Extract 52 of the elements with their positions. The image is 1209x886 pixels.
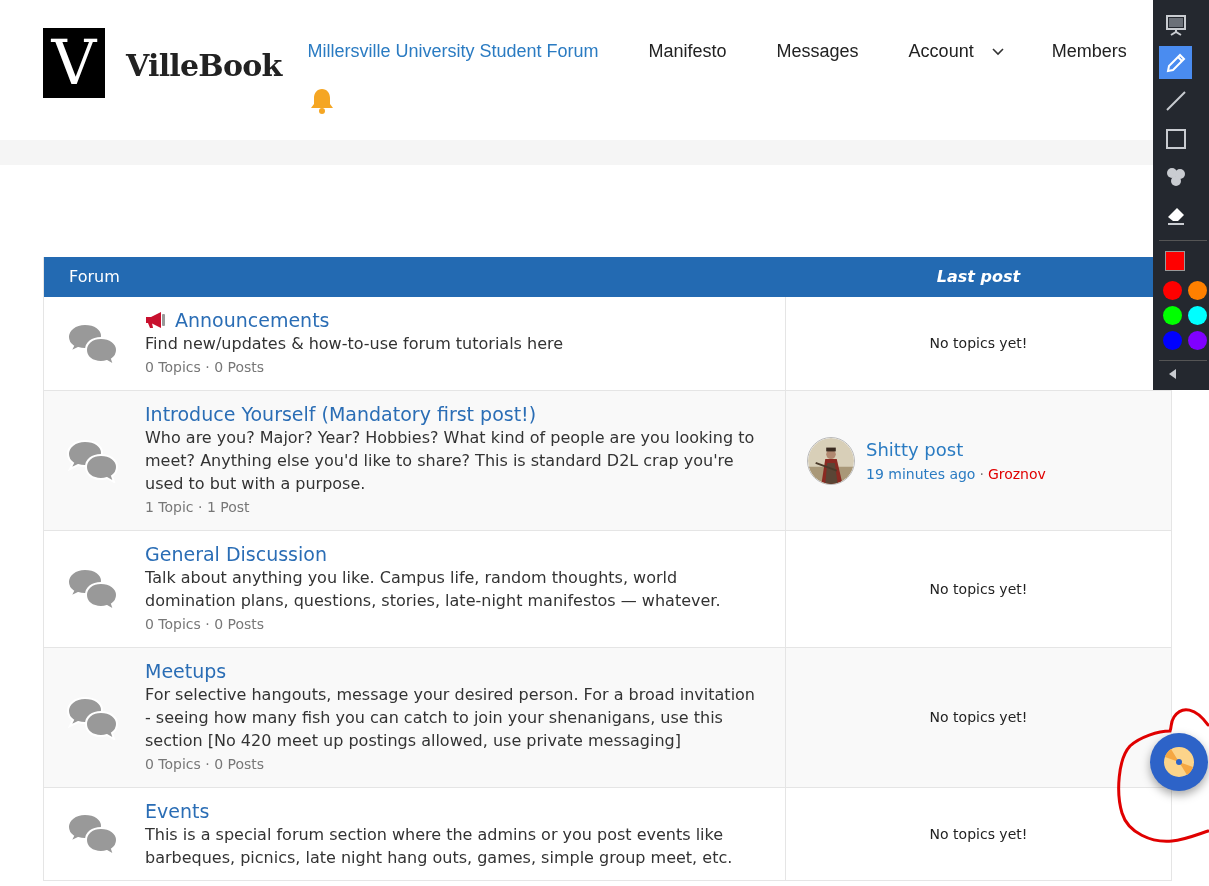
nav-link[interactable]: Members bbox=[1051, 38, 1127, 65]
color-swatch[interactable] bbox=[1163, 281, 1182, 300]
forum-stats: 0 Topics · 0 Posts bbox=[145, 755, 266, 774]
forum-title[interactable]: Announcements bbox=[175, 308, 330, 332]
forum-description: Who are you? Major? Year? Hobbies? What kind of people are you looking to meet? Anything else you'd like to share? This is standard D2L crap you're used to but with a purpose. bbox=[145, 427, 756, 495]
rectangle-icon bbox=[1164, 127, 1187, 150]
separator: · bbox=[979, 464, 984, 484]
no-topics-text: No topics yet! bbox=[928, 824, 1029, 844]
forum-description: For selective hangouts, message your desired person. For a broad invitation - seeing how many fish you can catch to join your shenanigans, use this section [No 420 meet up postings allowed, use private messaging] bbox=[145, 684, 756, 752]
forum-stats: 0 Topics · 0 Posts bbox=[145, 615, 266, 634]
site-link[interactable]: Millersville University Student Forum bbox=[307, 38, 599, 65]
pencil-icon bbox=[1164, 51, 1187, 74]
last-post-title[interactable]: Shitty post bbox=[866, 436, 1046, 463]
post-time[interactable]: 19 minutes ago bbox=[866, 462, 976, 485]
presentation-icon bbox=[1164, 13, 1187, 36]
color-swatch[interactable] bbox=[1163, 306, 1182, 325]
chat-bubbles-icon bbox=[66, 438, 119, 483]
author-link[interactable]: Groznov bbox=[987, 462, 1046, 485]
forum-title[interactable]: General Discussion bbox=[145, 542, 327, 566]
disc-icon bbox=[1163, 746, 1195, 778]
color-swatch[interactable] bbox=[1188, 281, 1207, 300]
forum-description: Find new/updates & how-to-use forum tutorials here bbox=[145, 333, 565, 355]
color-swatch[interactable] bbox=[1188, 306, 1207, 325]
chat-bubbles-icon bbox=[66, 695, 119, 740]
color-swatch[interactable] bbox=[1188, 331, 1207, 350]
forum-description: Talk about anything you like. Campus life, random thoughts, world domination plans, questions, stories, late-night manifestos — whatever. bbox=[145, 567, 722, 612]
megaphone-icon bbox=[145, 311, 167, 329]
collapse-arrow-icon[interactable] bbox=[1167, 368, 1177, 380]
nav-link[interactable]: Manifesto bbox=[648, 38, 727, 65]
column-header: Forum bbox=[68, 266, 121, 288]
forum-description: This is a special forum section where the admins or you post events like barbeques, picnics, late night hang outs, games, simple group meet, etc. bbox=[145, 824, 734, 869]
nav-link[interactable]: Messages bbox=[776, 38, 859, 65]
no-topics-text: No topics yet! bbox=[928, 579, 1029, 599]
forum-title[interactable]: Introduce Yourself (Mandatory first post!) bbox=[145, 402, 537, 426]
no-topics-text: No topics yet! bbox=[928, 708, 1029, 727]
brand-name[interactable]: VilleBook bbox=[126, 43, 282, 88]
column-header: Last post bbox=[935, 266, 1022, 288]
no-topics-text: No topics yet! bbox=[928, 334, 1029, 353]
forum-stats: 0 Topics · 0 Posts bbox=[145, 358, 266, 377]
chevron-down-icon bbox=[991, 47, 1004, 56]
floating-action-button[interactable] bbox=[1150, 733, 1208, 791]
logo-mark[interactable]: V bbox=[43, 28, 105, 98]
numbered-circles-icon bbox=[1164, 165, 1187, 188]
line-icon bbox=[1164, 89, 1187, 112]
chat-bubbles-icon bbox=[66, 567, 119, 611]
current-color[interactable] bbox=[1165, 251, 1185, 271]
forum-title[interactable]: Meetups bbox=[145, 659, 227, 683]
chat-bubbles-icon bbox=[66, 812, 119, 856]
nav-link[interactable]: Account bbox=[908, 38, 1004, 65]
forum-title[interactable]: Events bbox=[145, 799, 210, 823]
forum-stats: 1 Topic · 1 Post bbox=[145, 498, 251, 517]
color-swatch[interactable] bbox=[1163, 331, 1182, 350]
